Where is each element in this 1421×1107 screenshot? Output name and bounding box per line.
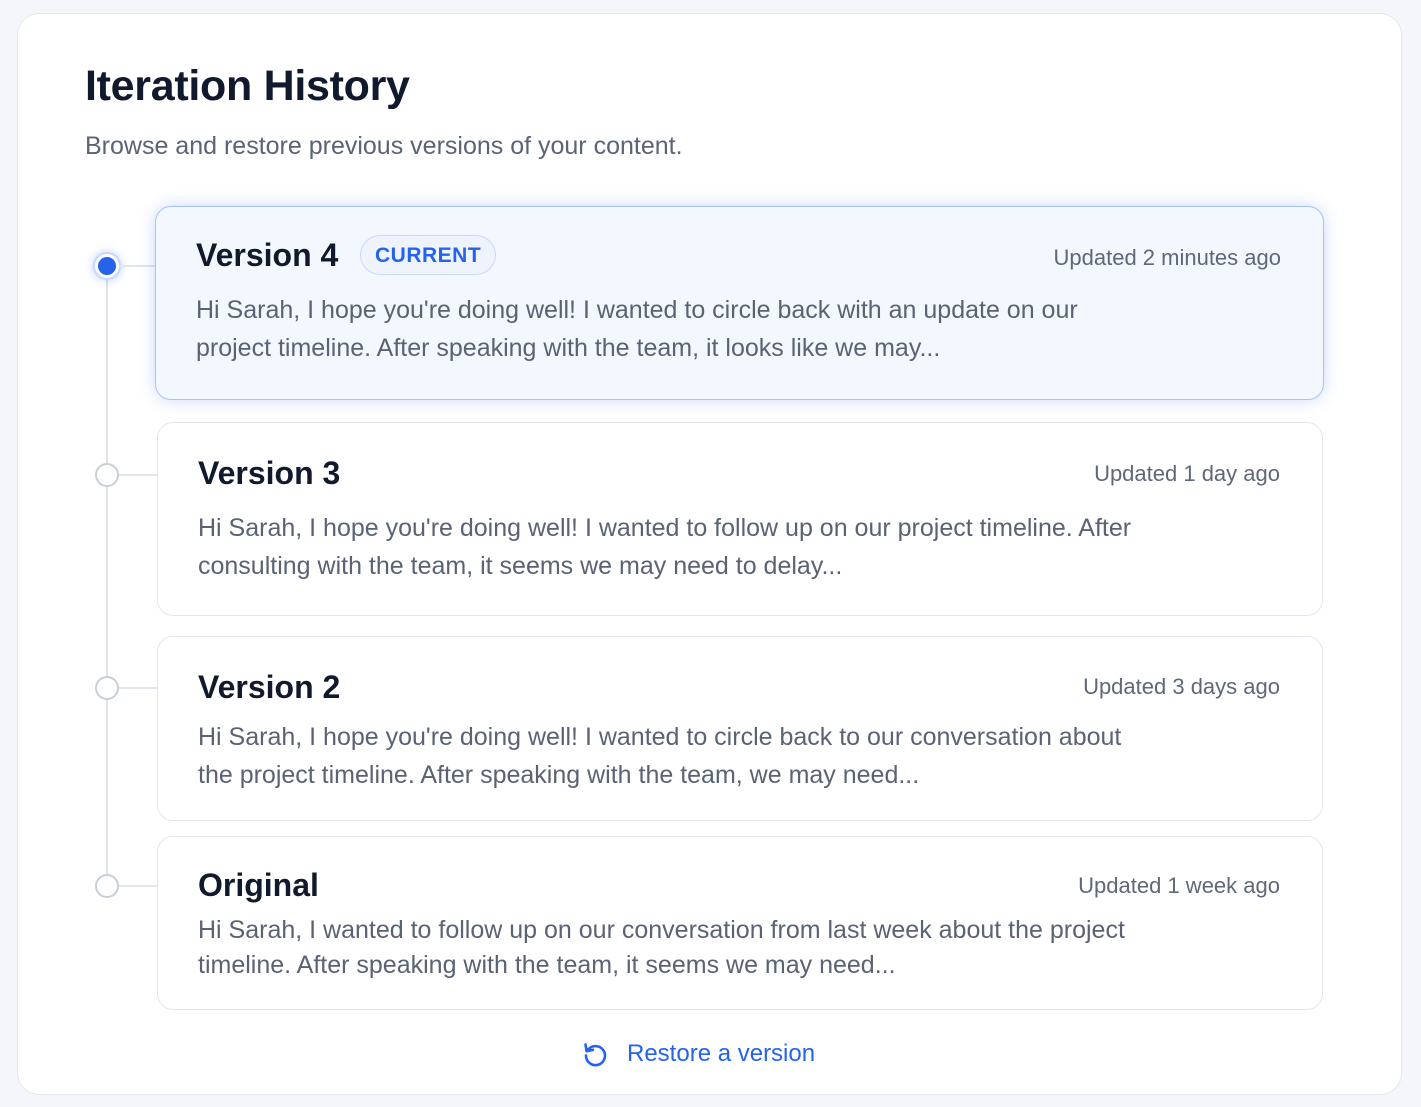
version-timestamp: Updated 3 days ago: [1083, 674, 1280, 699]
timeline-node: [95, 463, 119, 487]
timeline-node: [95, 874, 119, 898]
version-card[interactable]: Version 2 Updated 3 days ago Hi Sarah, I…: [157, 636, 1323, 821]
timeline-connector: [119, 474, 157, 476]
page-subtitle: Browse and restore previous versions of …: [85, 132, 683, 160]
restore-version-button[interactable]: Restore a version: [581, 1036, 815, 1072]
timeline-connector: [119, 885, 157, 887]
version-preview: Hi Sarah, I wanted to follow up on our c…: [198, 916, 1125, 979]
timeline-connector: [119, 265, 155, 267]
version-preview: Hi Sarah, I hope you're doing well! I wa…: [198, 514, 1132, 580]
version-card[interactable]: Original Updated 1 week ago Hi Sarah, I …: [157, 836, 1323, 1010]
timeline-node-current: [95, 254, 119, 278]
version-timestamp: Updated 1 day ago: [1094, 461, 1280, 486]
current-badge: CURRENT: [360, 235, 497, 275]
restore-icon: [581, 1040, 609, 1068]
iteration-history-panel: Iteration History Browse and restore pre…: [17, 13, 1402, 1095]
version-preview: Hi Sarah, I hope you're doing well! I wa…: [196, 296, 1078, 362]
version-title: Version 3: [198, 455, 341, 491]
version-card[interactable]: Version 3 Updated 1 day ago Hi Sarah, I …: [157, 422, 1323, 616]
timeline-node: [95, 676, 119, 700]
restore-version-label: Restore a version: [627, 1040, 816, 1067]
version-card-current[interactable]: Version 4 CURRENT Updated 2 minutes ago …: [155, 206, 1324, 400]
version-title: Original: [198, 867, 319, 903]
version-preview: Hi Sarah, I hope you're doing well! I wa…: [198, 723, 1122, 789]
version-title: Version 2: [198, 669, 341, 705]
timeline-connector: [119, 687, 157, 689]
timeline-line: [106, 266, 108, 886]
version-title: Version 4: [196, 237, 339, 273]
version-timestamp: Updated 2 minutes ago: [1053, 245, 1282, 270]
version-timestamp: Updated 1 week ago: [1078, 873, 1280, 898]
page-title: Iteration History: [85, 62, 410, 110]
